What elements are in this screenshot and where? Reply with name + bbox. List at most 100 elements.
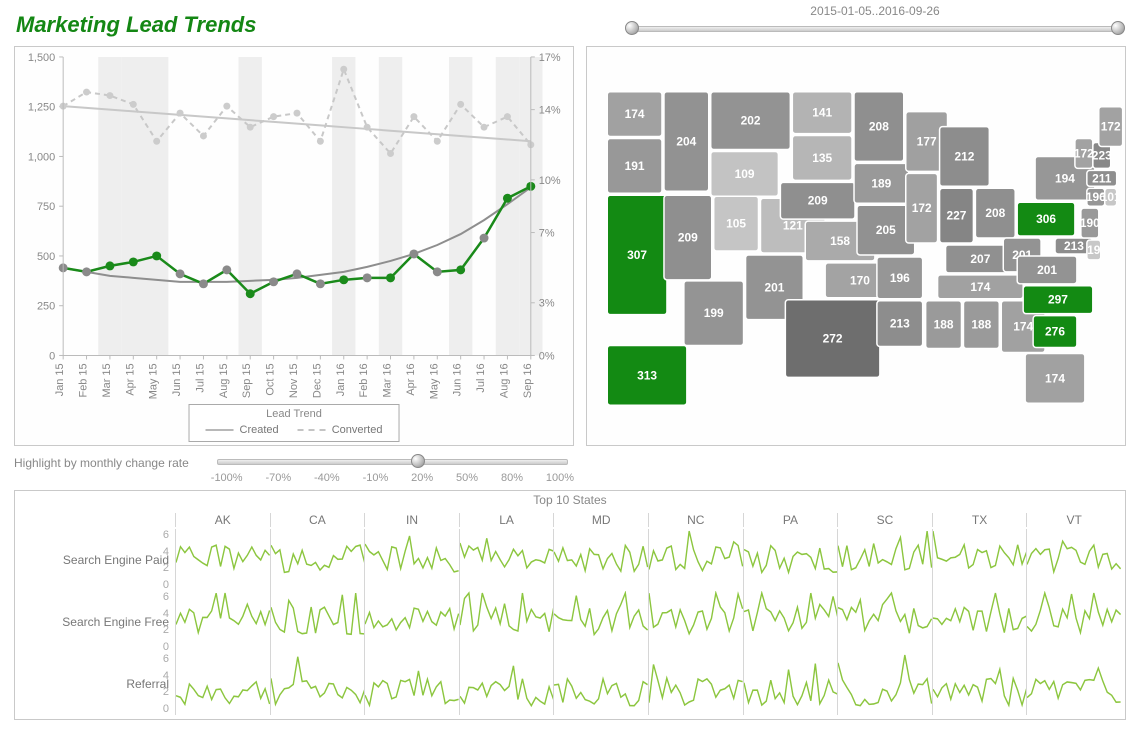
svg-text:May 16: May 16 xyxy=(428,363,440,399)
svg-text:189: 189 xyxy=(871,176,891,190)
svg-text:174: 174 xyxy=(625,107,645,121)
spark-cell[interactable] xyxy=(743,653,838,715)
svg-text:14%: 14% xyxy=(539,105,561,117)
svg-text:194: 194 xyxy=(1055,171,1075,185)
lead-trend-chart[interactable]: 02505007501,0001,2501,500 0%3%7%10%14%17… xyxy=(14,46,574,446)
svg-text:227: 227 xyxy=(947,209,967,223)
highlight-control: Highlight by monthly change rate -100%-7… xyxy=(14,454,574,484)
svg-text:213: 213 xyxy=(1064,239,1084,253)
spark-col-IN: IN xyxy=(364,513,459,527)
svg-text:Sep 15: Sep 15 xyxy=(241,363,253,398)
spark-cell[interactable] xyxy=(837,591,932,653)
svg-text:Mar 16: Mar 16 xyxy=(382,363,394,397)
highlight-tick: 80% xyxy=(501,472,523,484)
svg-text:101: 101 xyxy=(1101,190,1121,204)
spark-cell[interactable] xyxy=(270,529,365,591)
spark-col-CA: CA xyxy=(270,513,365,527)
slider-thumb-start[interactable] xyxy=(625,21,639,35)
legend-converted: Converted xyxy=(332,423,383,437)
svg-text:208: 208 xyxy=(985,206,1005,220)
spark-cell[interactable] xyxy=(648,591,743,653)
svg-text:0: 0 xyxy=(49,350,55,362)
svg-text:141: 141 xyxy=(812,106,832,120)
svg-text:213: 213 xyxy=(890,317,910,331)
svg-text:212: 212 xyxy=(954,149,974,163)
svg-text:May 15: May 15 xyxy=(148,363,160,399)
spark-col-AK: AK xyxy=(175,513,270,527)
date-range-slider[interactable] xyxy=(625,21,1125,35)
svg-text:17%: 17% xyxy=(539,52,561,64)
highlight-tick: 100% xyxy=(546,472,574,484)
highlight-thumb[interactable] xyxy=(411,454,425,468)
svg-text:Feb 16: Feb 16 xyxy=(358,363,370,397)
svg-text:Aug 16: Aug 16 xyxy=(498,363,510,398)
svg-text:209: 209 xyxy=(808,194,828,208)
spark-cell[interactable] xyxy=(837,529,932,591)
spark-cell[interactable] xyxy=(743,529,838,591)
spark-cell[interactable] xyxy=(175,529,270,591)
us-map-svg: 1741913072042091051992021091212011411352… xyxy=(587,47,1125,445)
spark-cell[interactable] xyxy=(932,591,1027,653)
svg-text:135: 135 xyxy=(812,151,832,165)
highlight-slider[interactable]: -100%-70%-40%-10%20%50%80%100% xyxy=(211,454,574,484)
svg-text:3%: 3% xyxy=(539,298,555,310)
spark-cell[interactable] xyxy=(1026,529,1121,591)
svg-text:Jan 16: Jan 16 xyxy=(335,363,347,396)
highlight-tick: -100% xyxy=(211,472,243,484)
svg-text:204: 204 xyxy=(676,135,696,149)
spark-cell[interactable] xyxy=(553,591,648,653)
highlight-tick: -10% xyxy=(363,472,389,484)
legend-created: Created xyxy=(240,423,279,437)
svg-text:223: 223 xyxy=(1092,148,1112,162)
svg-text:Nov 15: Nov 15 xyxy=(288,363,300,398)
spark-cell[interactable] xyxy=(743,591,838,653)
spark-cell[interactable] xyxy=(459,591,554,653)
spark-cell[interactable] xyxy=(459,653,554,715)
spark-col-MD: MD xyxy=(553,513,648,527)
svg-text:174: 174 xyxy=(1045,371,1065,385)
spark-cell[interactable] xyxy=(553,529,648,591)
svg-text:7%: 7% xyxy=(539,228,555,240)
svg-text:19: 19 xyxy=(1087,243,1101,257)
svg-text:250: 250 xyxy=(37,301,55,313)
spark-cell[interactable] xyxy=(837,653,932,715)
svg-text:Aug 15: Aug 15 xyxy=(218,363,230,398)
svg-text:207: 207 xyxy=(970,252,990,266)
svg-text:1,500: 1,500 xyxy=(28,52,55,64)
svg-text:750: 750 xyxy=(37,201,55,213)
svg-text:Mar 15: Mar 15 xyxy=(101,363,113,397)
date-range-control: 2015-01-05..2016-09-26 xyxy=(625,4,1125,35)
svg-text:109: 109 xyxy=(735,167,755,181)
legend: Lead Trend Created Converted xyxy=(189,404,400,442)
spark-cell[interactable] xyxy=(270,591,365,653)
highlight-tick: -70% xyxy=(265,472,291,484)
slider-thumb-end[interactable] xyxy=(1111,21,1125,35)
svg-text:211: 211 xyxy=(1092,171,1112,185)
spark-cell[interactable] xyxy=(364,653,459,715)
svg-text:Apr 15: Apr 15 xyxy=(124,363,136,395)
svg-text:177: 177 xyxy=(917,135,937,149)
spark-cell[interactable] xyxy=(175,591,270,653)
spark-cell[interactable] xyxy=(1026,653,1121,715)
svg-text:174: 174 xyxy=(1013,320,1033,334)
spark-cell[interactable] xyxy=(553,653,648,715)
highlight-tick: 50% xyxy=(456,472,478,484)
spark-col-TX: TX xyxy=(932,513,1027,527)
svg-text:205: 205 xyxy=(876,223,896,237)
spark-cell[interactable] xyxy=(932,529,1027,591)
spark-col-SC: SC xyxy=(837,513,932,527)
spark-cell[interactable] xyxy=(459,529,554,591)
spark-cell[interactable] xyxy=(364,529,459,591)
spark-cell[interactable] xyxy=(364,591,459,653)
spark-cell[interactable] xyxy=(648,653,743,715)
spark-cell[interactable] xyxy=(932,653,1027,715)
spark-cell[interactable] xyxy=(648,529,743,591)
spark-cell[interactable] xyxy=(270,653,365,715)
us-map-chart[interactable]: 1741913072042091051992021091212011411352… xyxy=(586,46,1126,446)
svg-text:191: 191 xyxy=(625,159,645,173)
svg-text:276: 276 xyxy=(1045,325,1065,339)
svg-text:188: 188 xyxy=(934,318,954,332)
svg-text:172: 172 xyxy=(1101,120,1121,134)
spark-cell[interactable] xyxy=(175,653,270,715)
spark-cell[interactable] xyxy=(1026,591,1121,653)
